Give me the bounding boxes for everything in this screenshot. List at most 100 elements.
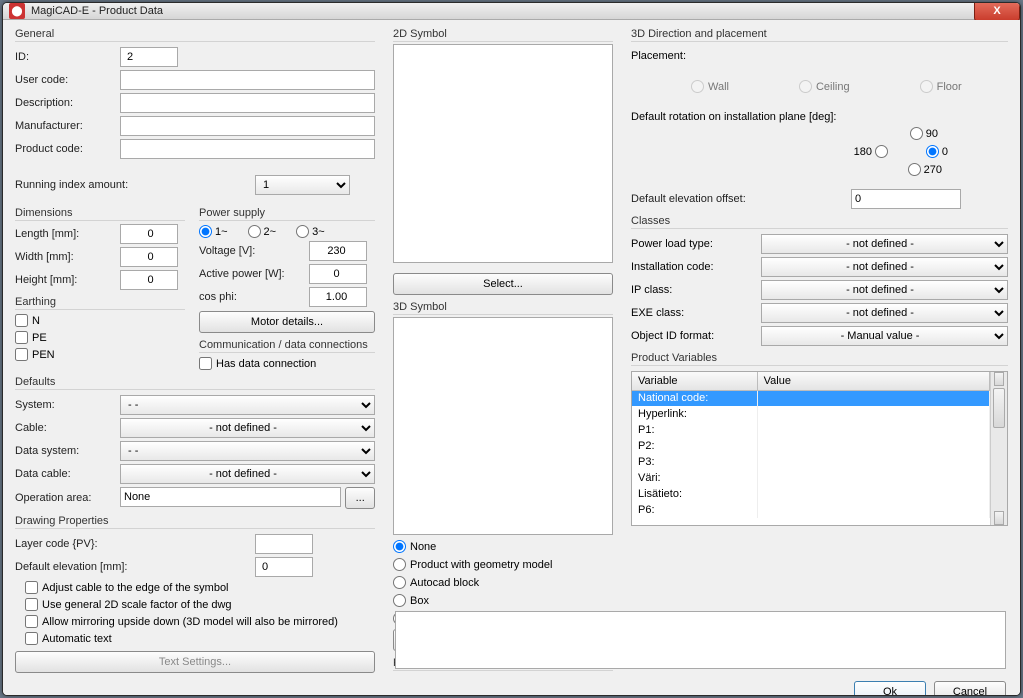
earthing-group-label: Earthing bbox=[15, 296, 185, 310]
table-row[interactable]: P2: bbox=[632, 438, 990, 454]
app-icon: ⬤ bbox=[9, 3, 25, 19]
usercode-input[interactable] bbox=[120, 70, 375, 90]
rot-0-radio[interactable] bbox=[926, 145, 939, 158]
text-settings-button[interactable]: Text Settings... bbox=[15, 651, 375, 673]
pv-scrollbar[interactable] bbox=[990, 372, 1007, 525]
sym3d-acad-label: Autocad block bbox=[410, 577, 479, 589]
client-area: General ID: User code: Description: Manu… bbox=[3, 20, 1020, 696]
general-2d-scale-label: Use general 2D scale factor of the dwg bbox=[42, 599, 232, 611]
cancel-button[interactable]: Cancel bbox=[934, 681, 1006, 696]
phase-2-radio[interactable]: 2~ bbox=[248, 225, 277, 238]
adjust-cable-label: Adjust cable to the edge of the symbol bbox=[42, 582, 229, 594]
sym3d-none-radio[interactable] bbox=[393, 540, 406, 553]
dialog-window: ⬤ MagiCAD-E - Product Data X General ID:… bbox=[2, 2, 1021, 696]
default-elev-label: Default elevation [mm]: bbox=[15, 561, 255, 573]
objid-format-select[interactable]: - Manual value - bbox=[761, 326, 1008, 346]
exe-class-select[interactable]: - not defined - bbox=[761, 303, 1008, 323]
description-input[interactable] bbox=[120, 93, 375, 113]
active-power-label: Active power [W]: bbox=[199, 268, 309, 280]
phase-3-radio[interactable]: 3~ bbox=[296, 225, 325, 238]
product-variables-table[interactable]: Variable Value National code: Hyperlink:… bbox=[631, 371, 1008, 526]
oparea-input[interactable] bbox=[120, 487, 341, 507]
default-elev-input[interactable] bbox=[255, 557, 313, 577]
datasystem-select[interactable]: - - bbox=[120, 441, 375, 461]
allow-mirror-chk[interactable] bbox=[25, 615, 38, 628]
comm-group-label: Communication / data connections bbox=[199, 339, 375, 353]
automatic-text-chk[interactable] bbox=[25, 632, 38, 645]
running-index-select[interactable]: 1 bbox=[255, 175, 350, 195]
product-note-textarea[interactable] bbox=[395, 611, 1006, 669]
productcode-input[interactable] bbox=[120, 139, 375, 159]
dir3d-group-label: 3D Direction and placement bbox=[631, 28, 1008, 42]
rotation-cluster: 90 180 0 270 bbox=[631, 127, 1008, 181]
earthing-pe-chk[interactable] bbox=[15, 331, 28, 344]
layer-code-input[interactable] bbox=[255, 534, 313, 554]
ok-button[interactable]: Ok bbox=[854, 681, 926, 696]
sym3d-geom-radio[interactable] bbox=[393, 558, 406, 571]
height-label: Height [mm]: bbox=[15, 274, 120, 286]
rot-180-radio[interactable] bbox=[875, 145, 888, 158]
window-title: MagiCAD-E - Product Data bbox=[31, 5, 163, 17]
width-input[interactable] bbox=[120, 247, 178, 267]
length-input[interactable] bbox=[120, 224, 178, 244]
rot-270-label: 270 bbox=[924, 164, 942, 176]
system-label: System: bbox=[15, 399, 120, 411]
table-row[interactable]: P6: bbox=[632, 502, 990, 518]
placement-ceiling-radio[interactable]: Ceiling bbox=[799, 80, 850, 93]
drawing-group-label: Drawing Properties bbox=[15, 515, 375, 529]
table-row[interactable]: National code: bbox=[632, 390, 990, 406]
product-variables-group-label: Product Variables bbox=[631, 352, 1008, 366]
cosphi-input[interactable] bbox=[309, 287, 367, 307]
rot-270-radio[interactable] bbox=[908, 163, 921, 176]
motor-details-button[interactable]: Motor details... bbox=[199, 311, 375, 333]
earthing-pen-chk[interactable] bbox=[15, 348, 28, 361]
elev-offset-input[interactable] bbox=[851, 189, 961, 209]
symbol-2d-preview bbox=[393, 44, 613, 263]
ip-class-select[interactable]: - not defined - bbox=[761, 280, 1008, 300]
general-group-label: General bbox=[15, 28, 375, 42]
sym3d-box-radio[interactable] bbox=[393, 594, 406, 607]
length-label: Length [mm]: bbox=[15, 228, 120, 240]
cosphi-label: cos phi: bbox=[199, 291, 309, 303]
table-row[interactable]: Lisätieto: bbox=[632, 486, 990, 502]
voltage-input[interactable] bbox=[309, 241, 367, 261]
close-button[interactable]: X bbox=[974, 2, 1020, 22]
classes-group-label: Classes bbox=[631, 215, 1008, 229]
rot-90-radio[interactable] bbox=[910, 127, 923, 140]
system-select[interactable]: - - bbox=[120, 395, 375, 415]
pv-col-value[interactable]: Value bbox=[757, 372, 989, 390]
active-power-input[interactable] bbox=[309, 264, 367, 284]
objid-format-label: Object ID format: bbox=[631, 330, 761, 342]
symbol-2d-select-button[interactable]: Select... bbox=[393, 273, 613, 295]
sym3d-acad-radio[interactable] bbox=[393, 576, 406, 589]
earthing-n-chk[interactable] bbox=[15, 314, 28, 327]
dimensions-group-label: Dimensions bbox=[15, 207, 185, 221]
table-row[interactable]: Hyperlink: bbox=[632, 406, 990, 422]
datacable-select[interactable]: - not defined - bbox=[120, 464, 375, 484]
adjust-cable-chk[interactable] bbox=[25, 581, 38, 594]
oparea-label: Operation area: bbox=[15, 492, 120, 504]
has-data-conn-label: Has data connection bbox=[216, 358, 316, 370]
power-load-select[interactable]: - not defined - bbox=[761, 234, 1008, 254]
width-label: Width [mm]: bbox=[15, 251, 120, 263]
pv-col-variable[interactable]: Variable bbox=[632, 372, 757, 390]
install-code-select[interactable]: - not defined - bbox=[761, 257, 1008, 277]
height-input[interactable] bbox=[120, 270, 178, 290]
table-row[interactable]: P3: bbox=[632, 454, 990, 470]
general-2d-scale-chk[interactable] bbox=[25, 598, 38, 611]
symbol-3d-preview bbox=[393, 317, 613, 536]
oparea-browse-button[interactable]: ... bbox=[345, 487, 375, 509]
table-row[interactable]: P1: bbox=[632, 422, 990, 438]
phase-1-radio[interactable]: 1~ bbox=[199, 225, 228, 238]
usercode-label: User code: bbox=[15, 74, 120, 86]
cable-select[interactable]: - not defined - bbox=[120, 418, 375, 438]
exe-class-label: EXE class: bbox=[631, 307, 761, 319]
install-code-label: Installation code: bbox=[631, 261, 761, 273]
has-data-conn-chk[interactable] bbox=[199, 357, 212, 370]
manufacturer-input[interactable] bbox=[120, 116, 375, 136]
id-input[interactable] bbox=[120, 47, 178, 67]
power-group-label: Power supply bbox=[199, 207, 375, 221]
placement-floor-radio[interactable]: Floor bbox=[920, 80, 962, 93]
placement-wall-radio[interactable]: Wall bbox=[691, 80, 729, 93]
table-row[interactable]: Väri: bbox=[632, 470, 990, 486]
